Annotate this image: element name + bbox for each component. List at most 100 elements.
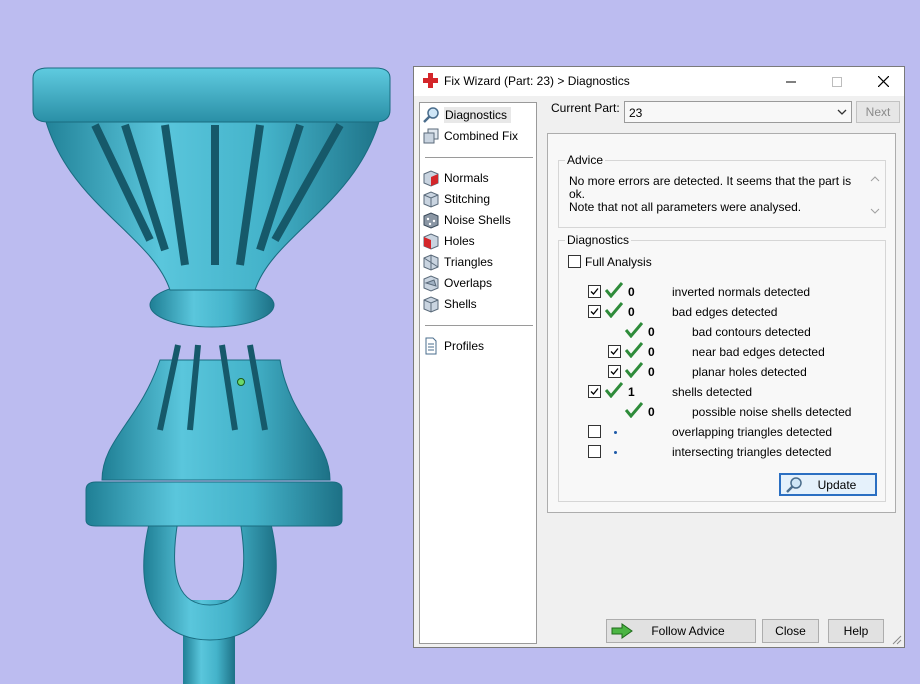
overlapping-triangles-checkbox[interactable] xyxy=(588,425,601,438)
minimize-button[interactable] xyxy=(768,67,814,96)
noise-shells-count: 0 xyxy=(648,405,655,419)
help-button[interactable]: Help xyxy=(828,619,884,643)
intersecting-triangles-checkbox[interactable] xyxy=(588,445,601,458)
green-check-icon xyxy=(605,282,623,298)
title-bar[interactable]: Fix Wizard (Part: 23) > Diagnostics xyxy=(414,67,904,96)
intersecting-triangles-label: intersecting triangles detected xyxy=(672,445,832,459)
bad-contours-label: bad contours detected xyxy=(692,325,811,339)
planar-holes-label: planar holes detected xyxy=(692,365,807,379)
holes-cube-icon xyxy=(423,233,439,250)
bad-edges-count: 0 xyxy=(628,305,635,319)
shells-checkbox[interactable] xyxy=(588,385,601,398)
nav-item-diagnostics[interactable]: Diagnostics xyxy=(422,105,512,125)
nav-divider xyxy=(425,325,533,326)
checkmark-icon xyxy=(610,368,619,375)
bad-edges-checkbox[interactable] xyxy=(588,305,601,318)
green-check-icon xyxy=(625,322,643,338)
nav-item-label: Normals xyxy=(444,171,489,185)
scroll-up-icon xyxy=(870,176,880,182)
nav-item-combined-fix[interactable]: Combined Fix xyxy=(422,126,518,146)
overlapping-triangles-label: overlapping triangles detected xyxy=(672,425,833,439)
green-check-icon xyxy=(625,342,643,358)
green-check-icon xyxy=(625,362,643,378)
green-check-icon xyxy=(605,302,623,318)
combined-fix-icon xyxy=(423,128,439,144)
nav-item-label: Triangles xyxy=(444,255,493,269)
nav-item-stitching[interactable]: Stitching xyxy=(422,189,490,209)
current-part-value: 23 xyxy=(629,106,643,120)
nav-item-noise-shells[interactable]: Noise Shells xyxy=(422,210,511,230)
diagnostics-title: Diagnostics xyxy=(565,233,632,247)
green-check-icon xyxy=(605,382,623,398)
advice-scrollbar[interactable] xyxy=(867,171,883,219)
inverted-normals-label: inverted normals detected xyxy=(672,285,811,299)
update-button[interactable]: Update xyxy=(779,473,877,496)
window-title: Fix Wizard (Part: 23) > Diagnostics xyxy=(444,74,630,88)
wizard-nav-panel: Diagnostics Combined Fix Normals Stitchi… xyxy=(419,102,537,644)
near-bad-edges-checkbox[interactable] xyxy=(608,345,621,358)
checkmark-icon xyxy=(590,388,599,395)
normals-cube-icon xyxy=(423,170,439,187)
checkmark-icon xyxy=(610,348,619,355)
advice-group: Advice No more errors are detected. It s… xyxy=(558,153,886,228)
not-analysed-dot xyxy=(614,431,617,434)
nav-item-label: Profiles xyxy=(444,339,485,353)
inverted-normals-count: 0 xyxy=(628,285,635,299)
resize-grip-icon[interactable] xyxy=(892,635,902,645)
nav-item-holes[interactable]: Holes xyxy=(422,231,475,251)
diagnostics-pane: Advice No more errors are detected. It s… xyxy=(547,133,896,513)
advice-text: No more errors are detected. It seems th… xyxy=(569,174,852,214)
follow-advice-button[interactable]: Follow Advice xyxy=(606,619,756,643)
stitching-cube-icon xyxy=(423,191,439,208)
nav-item-normals[interactable]: Normals xyxy=(422,168,489,188)
diagnostics-group: Diagnostics Full Analysis 0 inverted nor… xyxy=(558,233,886,502)
not-analysed-dot xyxy=(614,451,617,454)
shells-label: shells detected xyxy=(672,385,753,399)
nav-item-label: Shells xyxy=(444,297,477,311)
magnifier-icon xyxy=(423,107,439,123)
red-cross-icon xyxy=(423,73,438,88)
magnifier-icon xyxy=(786,477,802,493)
chevron-down-icon xyxy=(837,109,847,115)
nav-item-label: Stitching xyxy=(444,192,491,206)
close-button[interactable]: Close xyxy=(762,619,819,643)
green-arrow-icon xyxy=(611,623,633,639)
next-button[interactable]: Next xyxy=(856,101,900,123)
current-part-select[interactable]: 23 xyxy=(624,101,852,123)
nav-item-label: Diagnostics xyxy=(444,107,512,123)
close-window-button[interactable] xyxy=(860,67,906,96)
noise-shells-label: possible noise shells detected xyxy=(692,405,852,419)
checkmark-icon xyxy=(590,308,599,315)
nav-item-shells[interactable]: Shells xyxy=(422,294,477,314)
follow-advice-label: Follow Advice xyxy=(651,624,725,638)
nav-item-label: Noise Shells xyxy=(444,213,511,227)
maximize-icon xyxy=(832,76,842,87)
full-analysis-checkbox[interactable] xyxy=(568,255,581,268)
close-icon xyxy=(877,76,889,87)
nav-item-label: Overlaps xyxy=(444,276,493,290)
bad-edges-label: bad edges detected xyxy=(672,305,778,319)
nav-item-profiles[interactable]: Profiles xyxy=(422,336,484,356)
near-bad-edges-count: 0 xyxy=(648,345,655,359)
nav-item-triangles[interactable]: Triangles xyxy=(422,252,493,272)
nav-item-label: Combined Fix xyxy=(444,129,519,143)
near-bad-edges-label: near bad edges detected xyxy=(692,345,825,359)
nav-divider xyxy=(425,157,533,158)
update-button-label: Update xyxy=(817,477,857,492)
bad-contours-count: 0 xyxy=(648,325,655,339)
document-icon xyxy=(425,337,437,355)
minimize-icon xyxy=(786,81,796,82)
nav-item-overlaps[interactable]: Overlaps xyxy=(422,273,492,293)
advice-title: Advice xyxy=(565,153,606,167)
full-analysis-label: Full Analysis xyxy=(585,255,652,269)
nav-item-label: Holes xyxy=(444,234,475,248)
checkmark-icon xyxy=(590,288,599,295)
shells-cube-icon xyxy=(423,296,439,313)
green-check-icon xyxy=(625,402,643,418)
planar-holes-count: 0 xyxy=(648,365,655,379)
maximize-button[interactable] xyxy=(814,67,860,96)
current-part-label: Current Part: xyxy=(551,101,620,115)
noise-shells-cube-icon xyxy=(423,212,439,229)
inverted-normals-checkbox[interactable] xyxy=(588,285,601,298)
planar-holes-checkbox[interactable] xyxy=(608,365,621,378)
